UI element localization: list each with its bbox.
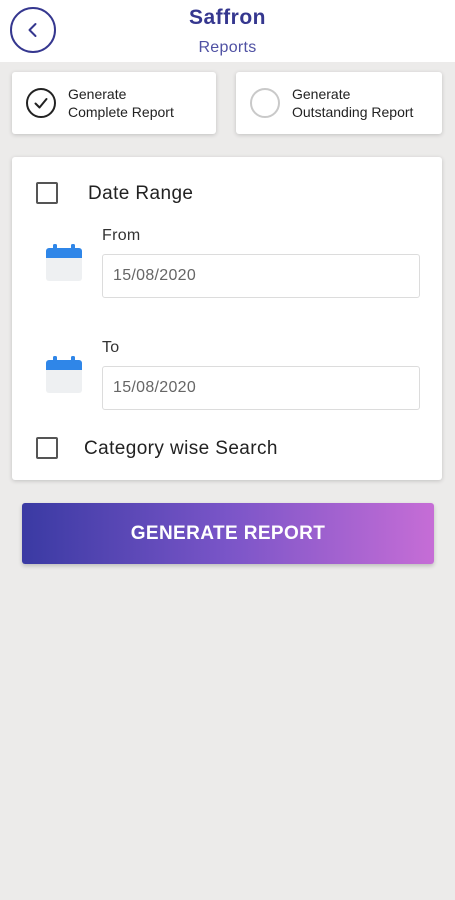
complete-report-option[interactable]: Generate Complete Report: [12, 72, 216, 134]
reports-screen: Saffron Reports Generate Complete Report…: [0, 0, 455, 900]
date-range-checkbox[interactable]: [36, 182, 58, 204]
outstanding-report-label: Generate Outstanding Report: [292, 85, 413, 121]
from-label: From: [102, 227, 141, 244]
from-date-field[interactable]: 15/08/2020: [102, 254, 420, 298]
page-subtitle: Reports: [198, 39, 257, 56]
app-header: Saffron Reports: [0, 0, 455, 62]
outstanding-report-label-line1: Generate: [292, 86, 351, 102]
outstanding-report-radio[interactable]: [250, 88, 280, 118]
calendar-icon[interactable]: [44, 243, 84, 283]
app-title: Saffron: [189, 6, 266, 29]
complete-report-label: Generate Complete Report: [68, 85, 174, 121]
calendar-icon[interactable]: [44, 355, 84, 395]
outstanding-report-option[interactable]: Generate Outstanding Report: [236, 72, 442, 134]
complete-report-label-line2: Complete Report: [68, 104, 174, 120]
to-label: To: [102, 339, 120, 356]
category-search-label: Category wise Search: [84, 438, 278, 459]
filters-card: Date Range From 15/08/2020 To 15/08/2020…: [12, 157, 442, 480]
checkmark-icon: [34, 98, 48, 109]
category-search-checkbox[interactable]: [36, 437, 58, 459]
complete-report-label-line1: Generate: [68, 86, 127, 102]
outstanding-report-label-line2: Outstanding Report: [292, 104, 414, 120]
to-date-field[interactable]: 15/08/2020: [102, 366, 420, 410]
generate-report-button[interactable]: GENERATE REPORT: [22, 503, 434, 564]
date-range-label: Date Range: [88, 183, 194, 204]
complete-report-radio[interactable]: [26, 88, 56, 118]
